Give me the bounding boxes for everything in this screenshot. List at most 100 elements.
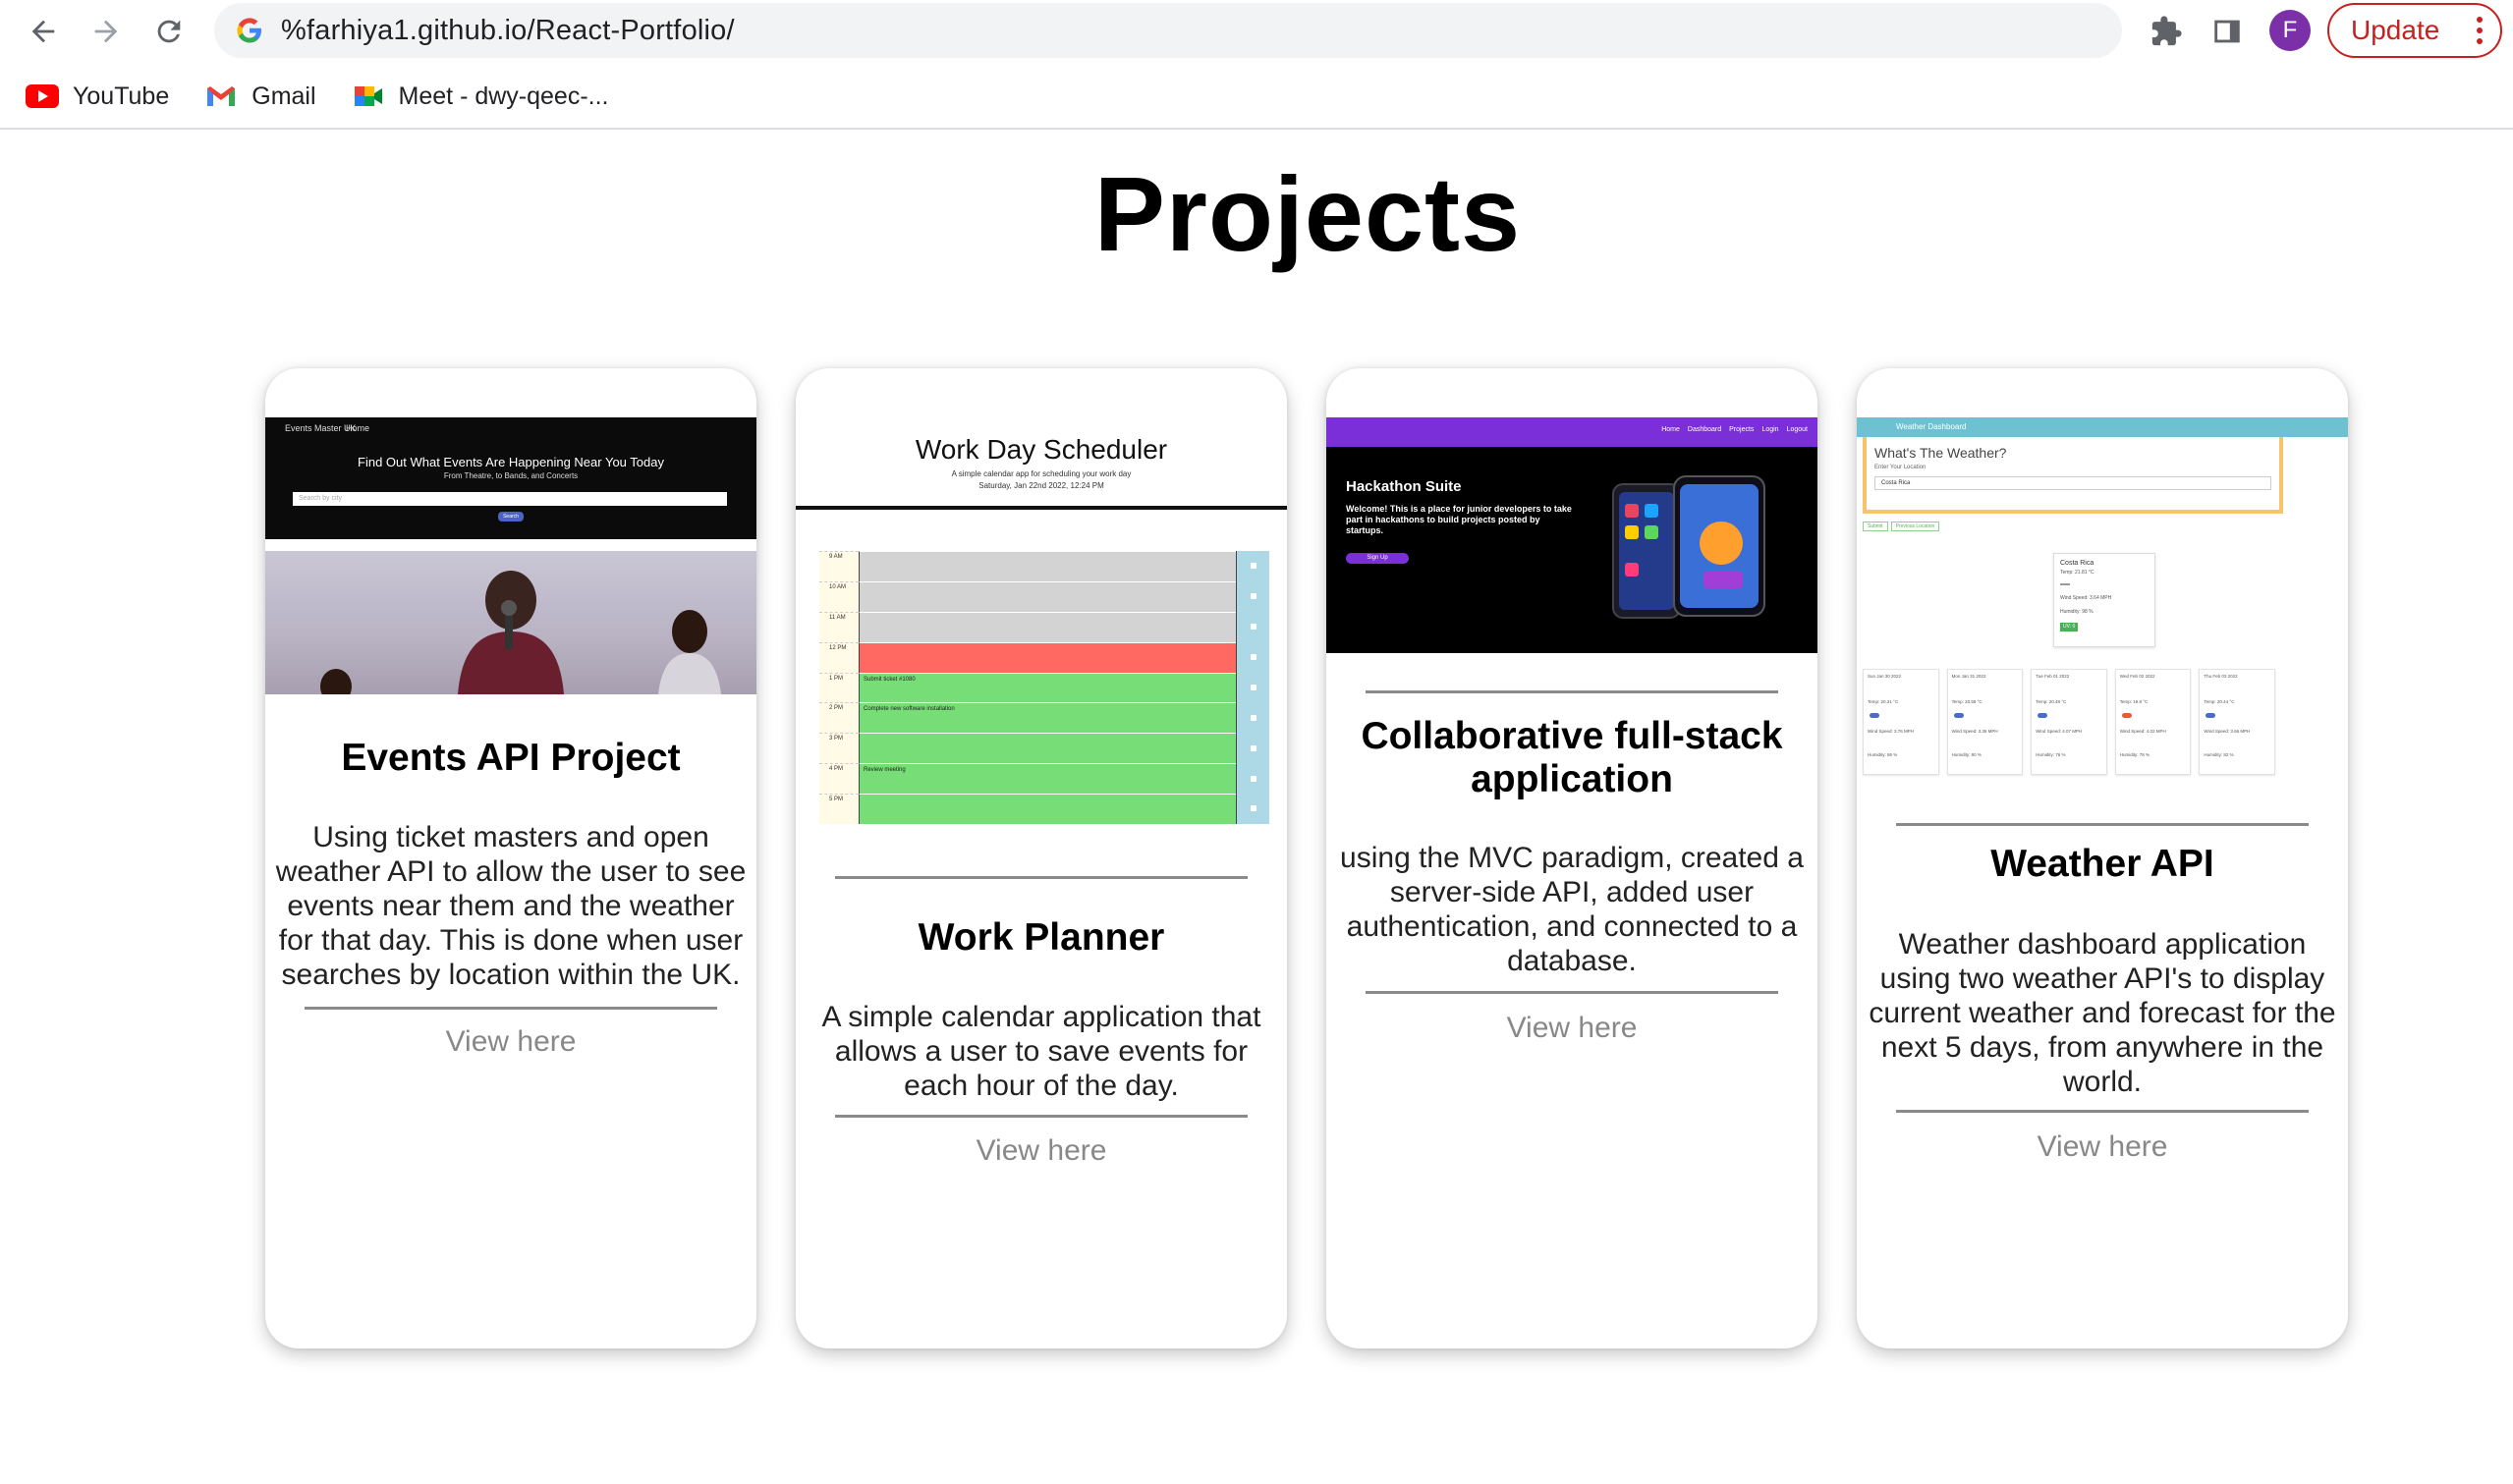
divider bbox=[305, 1007, 717, 1010]
planner-rows: 9 AM 10 AM 11 AM 12 PM 1 PM Submit ticket #10… bbox=[819, 551, 1269, 855]
preview-forecast-card: Thu Feb 03 2022 Temp: 20.44 °C Wind Speed:… bbox=[2199, 669, 2275, 775]
project-description: A simple calendar application that allow… bbox=[821, 1001, 1261, 1102]
extensions-button[interactable] bbox=[2145, 10, 2188, 53]
preview-forecast-hum: Humidity: 78 % bbox=[2119, 752, 2150, 757]
phones-image bbox=[1612, 475, 1765, 619]
divider bbox=[1896, 823, 2309, 826]
planner-hour-label: 2 PM bbox=[819, 702, 859, 734]
project-description: Using ticket masters and open weather AP… bbox=[275, 821, 747, 991]
preview-subheading: A simple calendar app for scheduling you… bbox=[951, 469, 1132, 478]
project-title: Work Planner bbox=[918, 916, 1165, 959]
bookmark-label: Meet - dwy-qeec-... bbox=[398, 82, 609, 110]
singers-photo-image bbox=[320, 571, 721, 694]
profile-avatar[interactable]: F bbox=[2269, 10, 2311, 51]
preview-nav-link: Projects bbox=[1729, 426, 1755, 433]
side-panel-icon bbox=[2214, 20, 2240, 43]
project-description: using the MVC paradigm, created a server… bbox=[1340, 842, 1804, 977]
preview-heading: Hackathon Suite bbox=[1346, 478, 1462, 495]
planner-hour-label: 10 AM bbox=[819, 580, 859, 612]
planner-hour-row: 12 PM bbox=[819, 641, 1269, 673]
preview-input: Costa Rica bbox=[1874, 476, 2271, 490]
bookmarks-bar: YouTube Gmail Meet - dwy-qeec-... bbox=[0, 77, 644, 116]
save-icon bbox=[1236, 580, 1269, 612]
planner-event-cell bbox=[859, 641, 1236, 673]
save-icon bbox=[1236, 763, 1269, 795]
lock-icon bbox=[1250, 744, 1256, 751]
preview-body: Welcome! This is a place for junior deve… bbox=[1346, 504, 1572, 535]
view-here-link[interactable]: View here bbox=[1326, 1012, 1817, 1045]
view-here-link[interactable]: View here bbox=[796, 1134, 1287, 1168]
preview-date: Saturday, Jan 22nd 2022, 12:24 PM bbox=[978, 481, 1104, 490]
preview-heading: Find Out What Events Are Happening Near … bbox=[358, 455, 664, 469]
weather-preview-body: What's The Weather? Enter Your Location … bbox=[1857, 437, 2348, 850]
view-here-link[interactable]: View here bbox=[265, 1025, 756, 1059]
planner-hour-row: 5 PM bbox=[819, 794, 1269, 824]
lock-icon bbox=[1250, 684, 1256, 690]
bookmark-gmail[interactable]: Gmail bbox=[204, 82, 316, 111]
preview-search-panel: What's The Weather? Enter Your Location … bbox=[1863, 437, 2283, 514]
preview-nav-link: Login bbox=[1761, 426, 1779, 433]
preview-current-city: Costa Rica bbox=[2060, 560, 2094, 567]
address-bar[interactable]: %farhiya1.github.io/React-Portfolio/ bbox=[214, 3, 2122, 58]
planner-hour-label: 12 PM bbox=[819, 641, 859, 673]
forward-button[interactable] bbox=[83, 8, 130, 55]
weather-preview-nav: Weather Dashboard bbox=[1857, 417, 2348, 437]
project-card-weather: Weather Dashboard What's The Weather? En… bbox=[1857, 368, 2348, 1348]
preview-current-humidity: Humidity: 98 % bbox=[2060, 609, 2094, 615]
divider bbox=[1366, 991, 1778, 994]
view-here-link[interactable]: View here bbox=[1857, 1130, 2348, 1164]
planner-hour-label: 1 PM bbox=[819, 672, 859, 703]
google-icon bbox=[234, 15, 265, 46]
planner-event-cell bbox=[859, 611, 1236, 642]
preview-submit-button: Submit bbox=[1863, 522, 1888, 531]
preview-forecast-temp: Temp: 20.44 °C bbox=[2204, 699, 2235, 704]
project-title: Events API Project bbox=[341, 737, 681, 779]
preview-input-label: Enter Your Location bbox=[1874, 465, 1927, 470]
save-icon bbox=[1236, 672, 1269, 703]
weather-icon bbox=[2038, 713, 2048, 718]
save-icon bbox=[1236, 794, 1269, 824]
back-button[interactable] bbox=[20, 8, 67, 55]
project-card-work-planner: Work Day Scheduler A simple calendar app… bbox=[796, 368, 1287, 1348]
preview-nav-links: Home Dashboard Projects Login Logout bbox=[1661, 426, 1808, 433]
preview-forecast-wind: Wind Speed: 4.07 MPH bbox=[2036, 729, 2083, 734]
preview-current-weather: Costa Rica Temp: 21.81 °C Wind Speed: 3.… bbox=[2053, 553, 2155, 647]
lock-icon bbox=[1250, 714, 1256, 721]
bookmark-youtube[interactable]: YouTube bbox=[26, 82, 169, 111]
update-button[interactable]: Update bbox=[2327, 3, 2502, 58]
planner-event-cell: Review meeting bbox=[859, 763, 1236, 795]
preview-forecast-row: Sun Jan 30 2022 Temp: 20.31 °C Wind Speed:… bbox=[1863, 669, 2275, 775]
planner-hour-label: 3 PM bbox=[819, 733, 859, 764]
reload-button[interactable] bbox=[145, 8, 193, 55]
project-title: Collaborative full-stack application bbox=[1361, 715, 1783, 800]
planner-hour-row: 3 PM bbox=[819, 733, 1269, 764]
planner-hour-row: 4 PM Review meeting bbox=[819, 763, 1269, 795]
preview-divider bbox=[796, 506, 1287, 510]
bookmark-meet[interactable]: Meet - dwy-qeec-... bbox=[352, 82, 609, 111]
planner-hour-row: 2 PM Complete new software installation bbox=[819, 702, 1269, 734]
preview-forecast-wind: Wind Speed: 4.02 MPH bbox=[2119, 729, 2166, 734]
events-preview-photo bbox=[265, 551, 756, 694]
planner-hour-label: 5 PM bbox=[819, 794, 859, 824]
planner-event-cell bbox=[859, 551, 1236, 581]
save-icon bbox=[1236, 641, 1269, 673]
planner-hour-row: 1 PM Submit ticket #1080 bbox=[819, 672, 1269, 703]
save-icon bbox=[1236, 733, 1269, 764]
lock-icon bbox=[1250, 654, 1256, 661]
planner-event-cell bbox=[859, 794, 1236, 824]
preview-forecast-wind: Wind Speed: 3.66 MPH bbox=[2204, 729, 2251, 734]
divider bbox=[835, 876, 1248, 879]
youtube-icon bbox=[26, 83, 59, 109]
url-text: %farhiya1.github.io/React-Portfolio/ bbox=[281, 14, 735, 46]
side-panel-button[interactable] bbox=[2206, 10, 2249, 53]
divider bbox=[835, 1115, 1248, 1118]
preview-forecast-temp: Temp: 19.8 °C bbox=[2119, 699, 2149, 704]
preview-forecast-wind: Wind Speed: 3.36 MPH bbox=[1951, 729, 1998, 734]
planner-hour-label: 11 AM bbox=[819, 611, 859, 642]
preview-forecast-card: Wed Feb 02 2022 Temp: 19.8 °C Wind Speed: … bbox=[2114, 669, 2192, 775]
preview-forecast-temp: Temp: 20.59 °C bbox=[1951, 699, 1982, 704]
arrow-left-icon bbox=[31, 20, 55, 43]
planner-event-cell: Submit ticket #1080 bbox=[859, 672, 1236, 703]
preview-uv-badge: UV: 0 bbox=[2060, 623, 2079, 632]
browser-chrome: %farhiya1.github.io/React-Portfolio/ F U… bbox=[0, 0, 2513, 130]
